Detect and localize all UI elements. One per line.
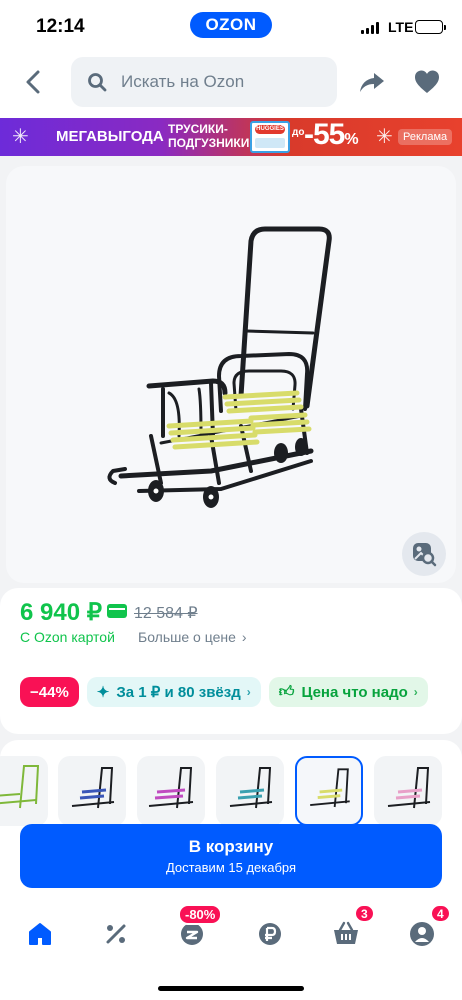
search-placeholder: Искать на Ozon (121, 72, 245, 91)
cart-count-badge: 3 (354, 904, 375, 923)
nav-discounts-icon[interactable] (96, 914, 136, 954)
badge-chips: −44% ✦ За 1 ₽ и 80 звёзд › 👍︎ Цена что н… (20, 677, 428, 707)
network-label: LTE (388, 19, 414, 35)
thumbs-up-icon: 👍︎ (278, 683, 295, 700)
add-to-cart-label: В корзину (188, 837, 274, 856)
stars-chip[interactable]: ✦ За 1 ₽ и 80 звёзд › (86, 677, 261, 707)
banner-upto: до (292, 127, 305, 138)
delivery-date-label: Доставим 15 декабря (165, 860, 297, 875)
bottom-nav: -80% 3 4 (0, 900, 462, 1000)
fair-price-chip[interactable]: 👍︎ Цена что надо › (268, 677, 428, 707)
search-input[interactable]: Искать на Ozon (71, 57, 337, 107)
favorite-heart-icon[interactable] (413, 68, 441, 96)
back-arrow-icon[interactable] (20, 66, 48, 98)
battery-icon (415, 20, 446, 34)
product-image-card[interactable] (6, 166, 456, 583)
variant-thumb-blue[interactable] (58, 756, 126, 826)
snowflake-icon: ✳ (376, 126, 393, 148)
profile-notification-badge: 4 (430, 904, 451, 923)
variant-thumb-yellow-selected[interactable] (295, 756, 363, 826)
product-image-sled (107, 226, 332, 508)
add-to-cart-button[interactable]: В корзину Доставим 15 декабря (20, 824, 442, 888)
chevron-right-icon: › (241, 629, 247, 645)
banner-subtitle: ТРУСИКИ- ПОДГУЗНИКИ (168, 122, 249, 150)
search-icon (88, 73, 107, 92)
discount-chip[interactable]: −44% (20, 677, 79, 707)
signal-icon (361, 22, 381, 34)
visual-search-icon[interactable] (402, 532, 446, 576)
top-header: Искать на Ozon (0, 54, 462, 118)
old-price: 12 584 ₽ (134, 605, 198, 622)
home-indicator (158, 986, 304, 991)
snowflake-icon: ✳ (12, 126, 29, 148)
chevron-right-icon: › (413, 685, 418, 699)
more-about-price-link[interactable]: Больше о цене › (138, 629, 247, 645)
status-time: 12:14 (36, 16, 85, 37)
ozon-logo: OZON (190, 12, 272, 38)
banner-subtitle-line1: ТРУСИКИ- (168, 122, 228, 136)
promo-badge: -80% (178, 904, 223, 925)
banner-discount: -55% (304, 118, 359, 151)
banner-title: МЕГАВЫГОДА (56, 128, 164, 145)
variant-thumb-pink[interactable] (374, 756, 442, 826)
ozon-card-label: С Ozon картой (20, 629, 115, 645)
nav-finance-icon[interactable] (250, 914, 290, 954)
variant-thumb-purple[interactable] (137, 756, 205, 826)
share-icon[interactable] (358, 68, 386, 96)
variant-thumb-green[interactable] (0, 756, 48, 826)
promo-banner[interactable]: ✳ МЕГАВЫГОДА ТРУСИКИ- ПОДГУЗНИКИ HUGGIES… (0, 118, 462, 156)
variant-thumb-teal[interactable] (216, 756, 284, 826)
current-price: 6 940 ₽ (20, 599, 102, 626)
brand-logo: HUGGIES (255, 125, 285, 134)
price-card: 6 940 ₽ 12 584 ₽ С Ozon картой Больше о … (0, 588, 462, 734)
status-bar: 12:14 OZON LTE (0, 0, 462, 54)
ad-label[interactable]: Реклама (398, 129, 453, 145)
nav-home-icon[interactable] (20, 914, 60, 954)
ozon-card-icon (107, 604, 127, 618)
banner-subtitle-line2: ПОДГУЗНИКИ (168, 136, 250, 150)
sparkle-icon: ✦ (96, 684, 110, 701)
diaper-pack-image: HUGGIES (250, 121, 290, 153)
chevron-right-icon: › (246, 685, 251, 699)
variant-thumbnails (0, 740, 462, 830)
